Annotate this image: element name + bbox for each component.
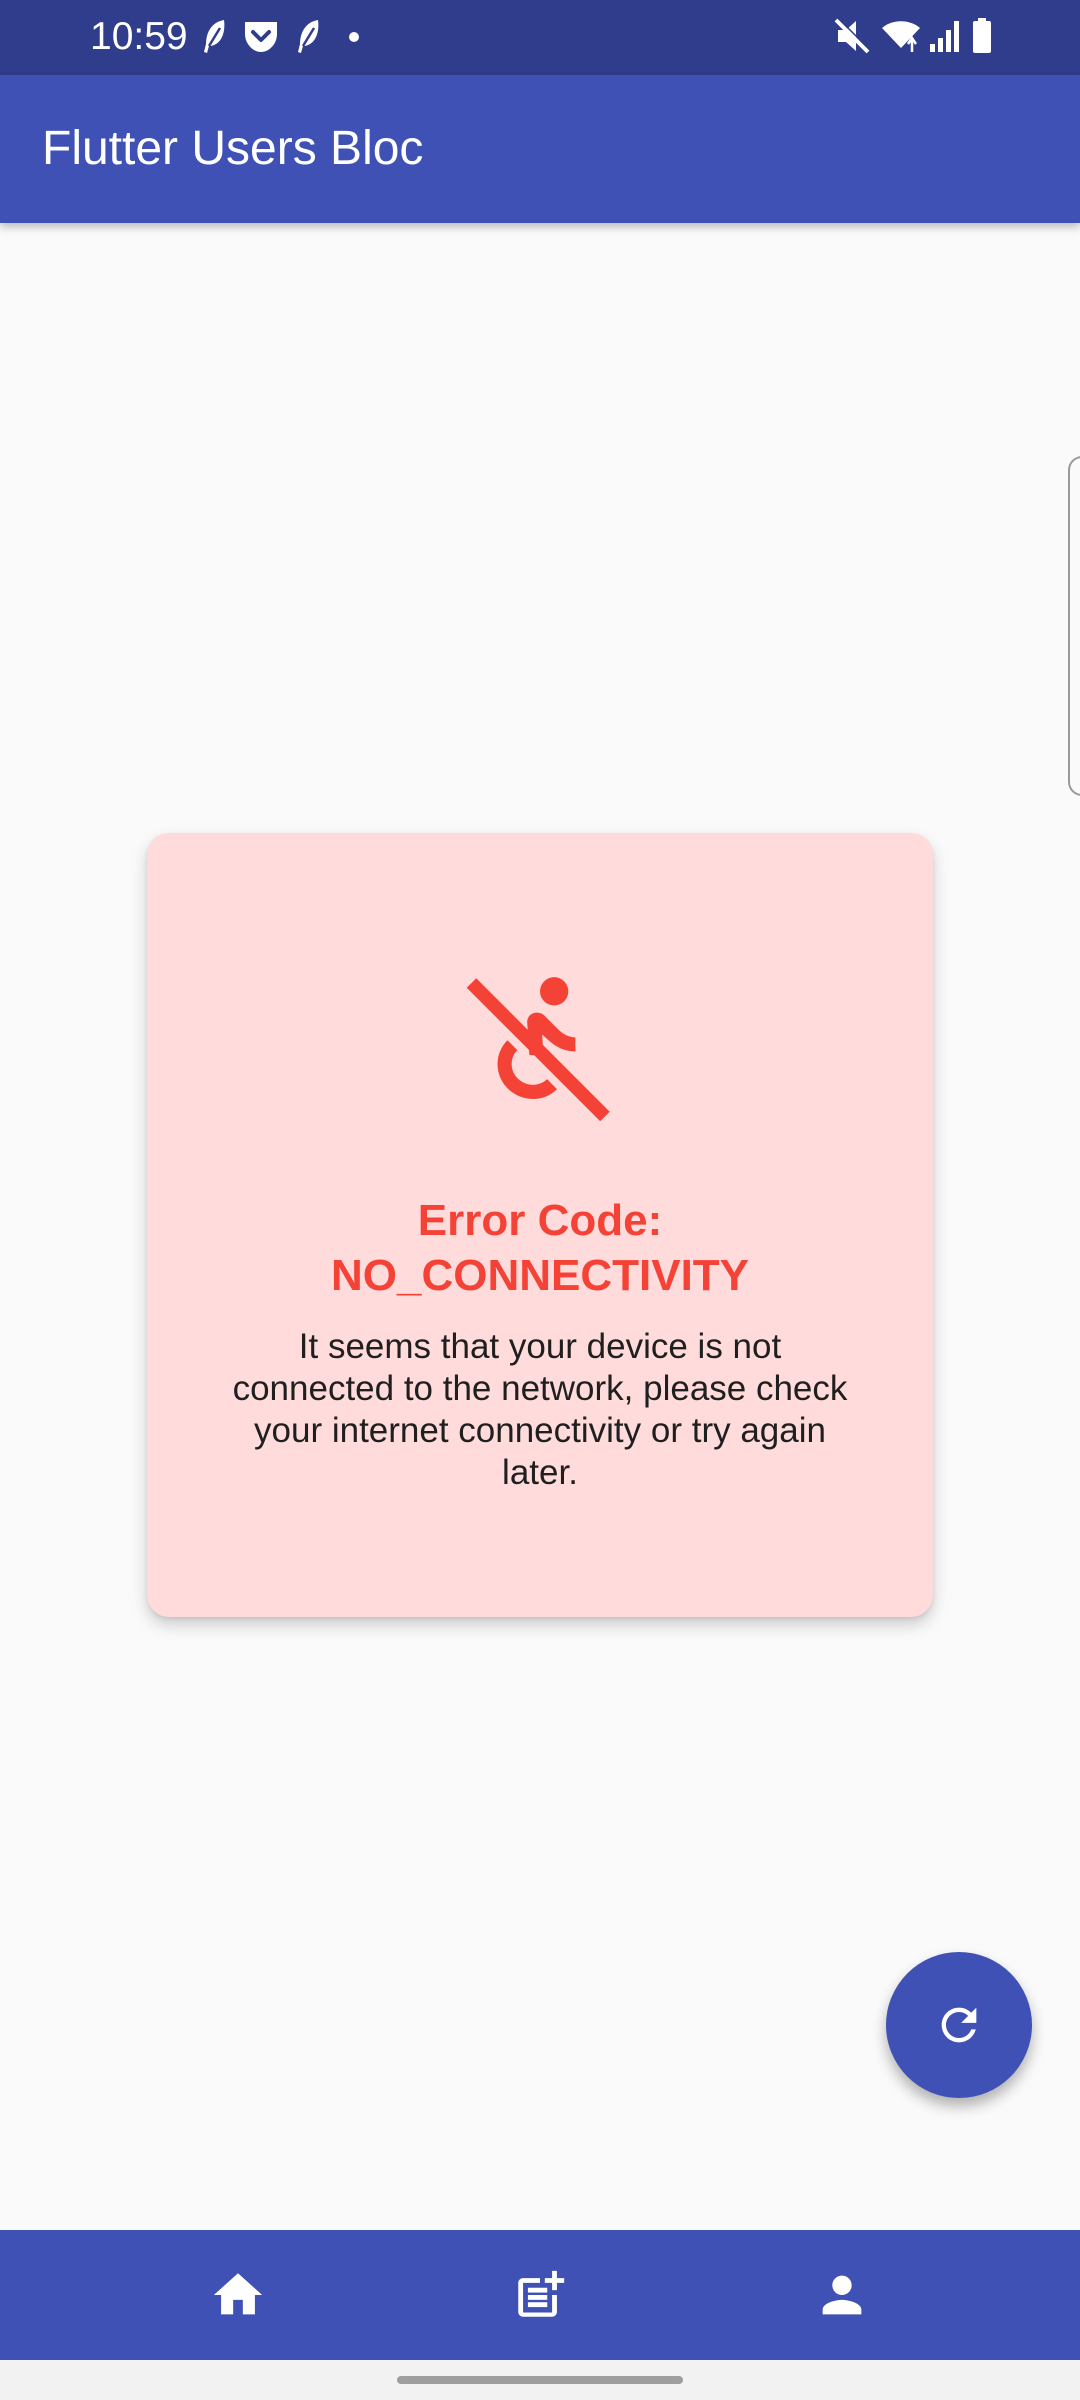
wifi-icon <box>882 21 920 52</box>
error-message: It seems that your device is not connect… <box>232 1327 848 1492</box>
bottom-navigation <box>0 2230 1080 2360</box>
refresh-button[interactable] <box>886 1952 1032 2098</box>
error-card: Error Code: NO_CONNECTIVITY It seems tha… <box>147 833 933 1617</box>
not-accessible-icon <box>466 977 610 1122</box>
edge-panel-handle[interactable] <box>1068 456 1080 796</box>
feather-icon <box>204 20 225 53</box>
error-code-label: Error Code: <box>417 1196 663 1245</box>
dot-icon <box>349 32 359 42</box>
mute-icon <box>834 17 871 54</box>
nav-item-home[interactable] <box>138 2230 338 2360</box>
post-add-icon <box>518 2270 565 2317</box>
nav-item-profile[interactable] <box>742 2230 942 2360</box>
battery-icon <box>973 18 991 53</box>
refresh-icon <box>941 2007 977 2043</box>
system-gesture-area <box>0 2360 1080 2400</box>
gesture-handle[interactable] <box>397 2376 683 2384</box>
pocket-icon <box>245 22 277 52</box>
person-icon <box>822 2275 862 2315</box>
status-time: 10:59 <box>90 15 188 58</box>
signal-icon <box>930 21 959 52</box>
error-code-value: NO_CONNECTIVITY <box>330 1251 750 1300</box>
status-bar: 10:59 <box>0 0 1080 75</box>
error-title: Error Code: NO_CONNECTIVITY <box>147 1193 933 1303</box>
home-icon <box>213 2273 263 2315</box>
app-title: Flutter Users Bloc <box>42 122 424 175</box>
nav-item-new-post[interactable] <box>440 2230 640 2360</box>
feather-icon <box>298 20 319 53</box>
app-bar: Flutter Users Bloc <box>0 75 1080 223</box>
